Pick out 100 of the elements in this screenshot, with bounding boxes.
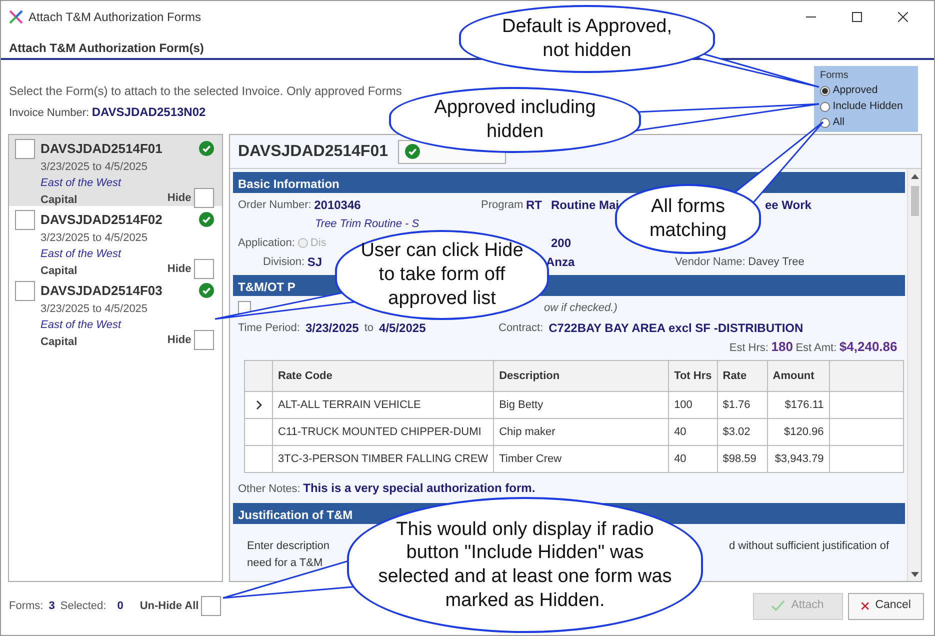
scroll-thumb[interactable] [910, 186, 918, 216]
table-cell: $3,943.79 [767, 446, 830, 473]
select-checkbox[interactable] [15, 210, 35, 230]
contract-value: C722BAY BAY AREA excl SF -DISTRIBUTION [548, 320, 804, 337]
field-label: Division: [263, 255, 305, 270]
radio-label[interactable]: Approved [832, 83, 878, 99]
table-cell: 40 [668, 418, 718, 446]
field-label: Contract: [498, 320, 544, 336]
unhide-all-checkbox[interactable] [201, 596, 222, 616]
invoice-number: DAVSJDAD2513N02 [92, 104, 206, 121]
field-label: Other Notes: [238, 482, 300, 498]
app-logo-icon [9, 10, 23, 24]
table-cell: 3TC-3-PERSON TIMBER FALLING CREW [272, 446, 494, 473]
hide-checkbox[interactable] [194, 330, 214, 350]
column-header: Rate [717, 360, 768, 392]
field-value: Davey Tree [748, 255, 804, 270]
hide-label: Hide [167, 332, 192, 348]
table-cell: $3.02 [717, 418, 768, 446]
justification-text: Enter description [247, 539, 330, 554]
invoice-label: Invoice Number: [9, 106, 90, 121]
table-cell: C11-TRUCK MOUNTED CHIPPER-DUMI [272, 418, 494, 446]
row-indicator-cell[interactable] [244, 392, 272, 419]
table-header-cell [244, 360, 272, 392]
selected-count-label: Selected: [60, 598, 106, 614]
field-value: 2010346 [314, 197, 361, 214]
column-header: Tot Hrs [668, 360, 718, 392]
form-number-title: DAVSJDAD2514F01 [238, 142, 388, 162]
unhide-all-label: Un-Hide All [140, 598, 199, 614]
window-title: Attach T&M Authorization Forms [28, 9, 202, 26]
field-value: Routine Mai [551, 197, 619, 214]
table-cell: $176.11 [767, 392, 830, 419]
field-label: Est Amt: [796, 340, 837, 356]
close-icon [861, 600, 870, 612]
field-label: Est Hrs: [729, 340, 768, 356]
field-value: RT [526, 197, 542, 214]
region-text: East of the West [40, 318, 122, 333]
row-indicator-cell[interactable] [244, 446, 272, 473]
chevron-right-icon [256, 400, 262, 410]
form-list-item[interactable]: DAVSJDAD2514F03 3/23/2025 to 4/5/2025 East of the West Capital Hide [9, 277, 222, 348]
category-text: Capital [40, 334, 78, 350]
table-cell: 100 [668, 392, 718, 419]
date-range: 3/23/2025 to 4/5/2025 [40, 302, 149, 316]
region-text: East of the West [40, 176, 122, 191]
form-list-item[interactable]: DAVSJDAD2514F02 3/23/2025 to 4/5/2025 East of the West Capital Hide [9, 206, 222, 277]
field-label: Time Period: [238, 320, 300, 336]
select-checkbox[interactable] [15, 139, 35, 159]
form-number: DAVSJDAD2514F01 [40, 140, 162, 158]
table-cell: $98.59 [717, 446, 768, 473]
category-text: Capital [40, 192, 78, 208]
row-indicator-cell[interactable] [244, 418, 272, 446]
est-hours: 180 [771, 338, 793, 356]
radio-label[interactable]: All [832, 115, 844, 131]
category-text: Capital [40, 264, 78, 278]
forms-count-label: Forms: [9, 598, 44, 614]
radio-button[interactable] [820, 86, 830, 96]
overtime-note: ow if checked.) [544, 300, 618, 316]
instruction-text: Select the Form(s) to attach to the selected Invoice. Only approved Forms [9, 83, 403, 100]
start-date: 3/23/2025 [305, 320, 359, 337]
column-header: Rate Code [272, 360, 494, 392]
close-icon [898, 12, 908, 22]
select-checkbox[interactable] [15, 281, 35, 301]
field-label: Application: [238, 236, 295, 251]
table-cell: Big Betty [494, 392, 669, 419]
notes-value: This is a very special authorization form. [303, 480, 536, 498]
column-header: Description [494, 360, 669, 392]
form-number: DAVSJDAD2514F03 [40, 282, 162, 300]
justification-text: d without sufficient justification of [729, 539, 889, 554]
table-cell: $1.76 [717, 392, 768, 419]
radio-button[interactable] [820, 102, 830, 112]
justification-text: need for a T&M [247, 556, 324, 571]
checkmark-icon [771, 600, 786, 612]
form-number: DAVSJDAD2514F02 [40, 211, 162, 229]
table-cell: 40 [668, 446, 718, 473]
hide-checkbox[interactable] [194, 188, 214, 208]
scrollbar[interactable] [907, 169, 921, 581]
hide-label: Hide [167, 190, 192, 206]
field-label: Program [481, 198, 524, 213]
est-amount: $4,240.86 [839, 338, 898, 356]
cancel-button[interactable]: Cancel [848, 592, 924, 620]
table-cell: $120.96 [767, 418, 830, 446]
date-range: 3/23/2025 to 4/5/2025 [40, 160, 149, 174]
column-header: Amount [767, 360, 830, 392]
forms-count: 3 [48, 598, 55, 614]
radio-button[interactable] [820, 118, 830, 128]
field-value: SJ [307, 254, 322, 272]
field-value: 200 [551, 235, 572, 252]
table-cell: Chip maker [494, 418, 669, 446]
table-cell: Timber Crew [494, 446, 669, 473]
form-list-item[interactable]: DAVSJDAD2514F01 3/23/2025 to 4/5/2025 East of the West Capital Hide [9, 135, 222, 206]
end-date: 4/5/2025 [379, 320, 426, 337]
to-text: to [364, 320, 374, 336]
table-cell: ALT-ALL TERRAIN VEHICLE [272, 392, 494, 419]
date-range: 3/23/2025 to 4/5/2025 [40, 230, 149, 246]
field-label: Vendor Name: [675, 255, 746, 270]
selected-count: 0 [117, 598, 124, 614]
hide-checkbox[interactable] [194, 259, 214, 279]
hide-label: Hide [167, 262, 192, 277]
group-legend: Forms [820, 68, 912, 83]
radio-label[interactable]: Include Hidden [832, 99, 903, 115]
field-value: ee Work [765, 197, 812, 214]
